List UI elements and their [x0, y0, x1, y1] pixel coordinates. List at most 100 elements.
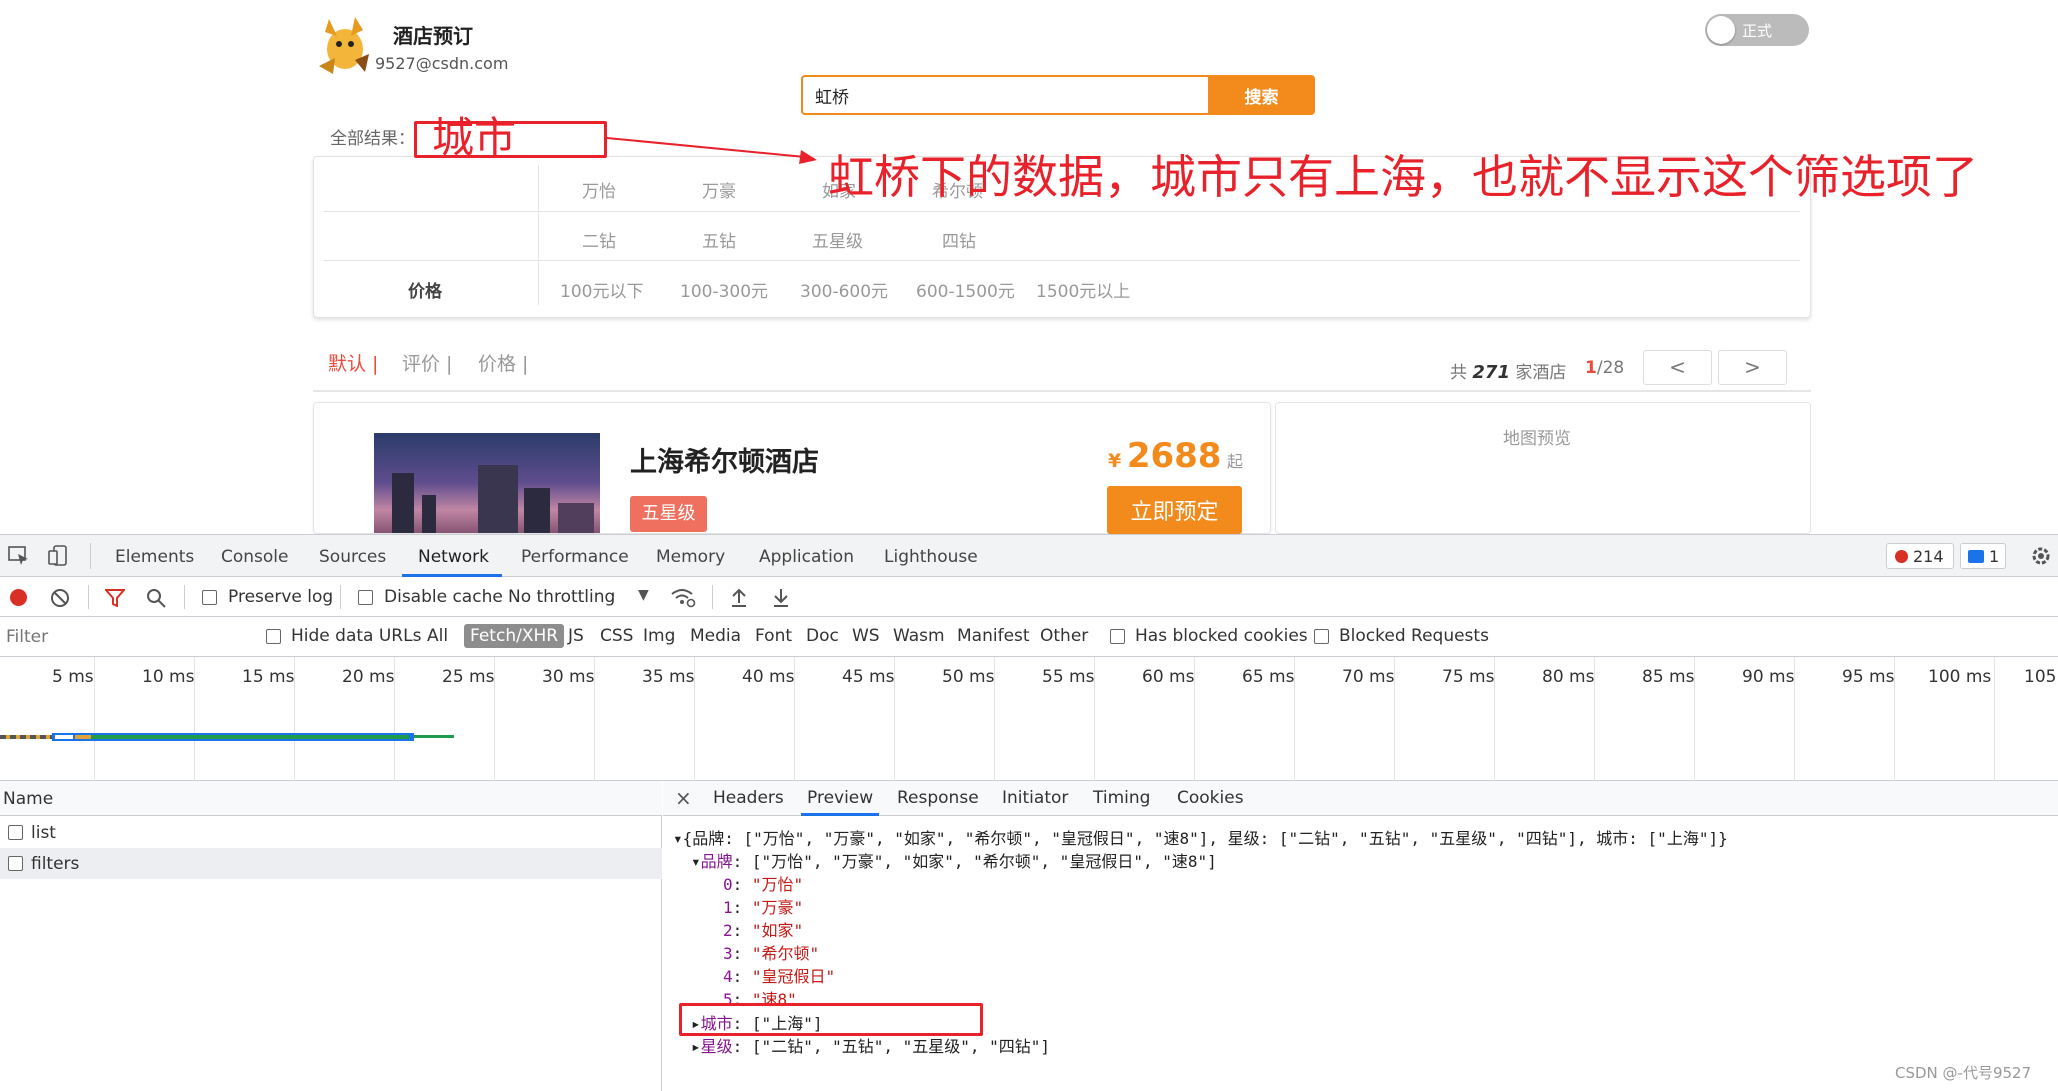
- json-star-line[interactable]: ▸星级: ["二钻", "五钻", "五星级", "四钻"]: [691, 1033, 1050, 1057]
- request-row-list[interactable]: list: [0, 817, 662, 848]
- tab-sources[interactable]: Sources: [319, 547, 386, 567]
- inspect-icon[interactable]: [8, 546, 30, 570]
- search-icon[interactable]: [146, 588, 166, 612]
- filter-type-img[interactable]: Img: [643, 626, 675, 646]
- price-filter-label: 价格: [408, 282, 442, 302]
- next-page-button[interactable]: >: [1718, 350, 1787, 385]
- star-option[interactable]: 四钻: [942, 227, 976, 252]
- filter-funnel-icon[interactable]: [103, 589, 127, 611]
- tab-network[interactable]: Network: [418, 547, 489, 567]
- tab-console[interactable]: Console: [221, 547, 289, 567]
- export-har-icon[interactable]: [772, 587, 790, 611]
- hide-data-urls-checkbox[interactable]: [266, 629, 281, 644]
- search-button[interactable]: 搜索: [1208, 75, 1315, 115]
- chevron-down-icon[interactable]: ▼: [638, 587, 649, 603]
- price-option[interactable]: 100-300元: [680, 277, 768, 302]
- annotation-callout: 虹桥下的数据，城市只有上海，也就不显示这个筛选项了: [828, 150, 1978, 204]
- tab-headers[interactable]: Headers: [713, 788, 784, 808]
- timeline-bar-waiting: [0, 735, 52, 739]
- filter-type-js[interactable]: JS: [568, 626, 584, 646]
- has-blocked-cookies-checkbox[interactable]: [1110, 629, 1125, 644]
- name-column-header[interactable]: Name: [0, 781, 662, 816]
- json-key-star: 星级: [700, 1037, 733, 1056]
- clear-icon[interactable]: [50, 588, 70, 612]
- message-counter[interactable]: 1: [1960, 543, 2006, 569]
- request-name: list: [31, 823, 56, 843]
- env-toggle[interactable]: 正式: [1705, 14, 1809, 46]
- preserve-log-checkbox[interactable]: [202, 590, 217, 605]
- filter-type-media[interactable]: Media: [690, 626, 741, 646]
- json-array-item: 2: "如家": [723, 921, 804, 940]
- filter-type-font[interactable]: Font: [755, 626, 792, 646]
- timeline-tick: 15 ms: [242, 667, 295, 687]
- json-item-value: "万豪": [751, 898, 804, 917]
- result-total: 共 271 家酒店: [1450, 358, 1566, 383]
- tab-application[interactable]: Application: [759, 547, 854, 567]
- sort-default[interactable]: 默认 |: [328, 349, 378, 376]
- filter-input[interactable]: [0, 623, 246, 651]
- book-now-button[interactable]: 立即预定: [1107, 486, 1242, 534]
- brand-option[interactable]: 万豪: [702, 177, 736, 202]
- tab-preview[interactable]: Preview: [807, 788, 873, 808]
- app-logo: [315, 14, 370, 76]
- import-har-icon[interactable]: [730, 587, 748, 611]
- tab-response[interactable]: Response: [897, 788, 979, 808]
- tab-memory[interactable]: Memory: [656, 547, 725, 567]
- tab-performance[interactable]: Performance: [521, 547, 629, 567]
- json-array-item: 1: "万豪": [723, 898, 804, 917]
- error-counter[interactable]: 214: [1886, 543, 1954, 569]
- request-row-filters[interactable]: filters: [0, 848, 662, 879]
- filter-type-ws[interactable]: WS: [852, 626, 880, 646]
- price-currency: ¥: [1108, 450, 1122, 472]
- network-conditions-icon[interactable]: [670, 586, 696, 612]
- toolbar-separator: [340, 585, 341, 609]
- filter-type-other[interactable]: Other: [1040, 626, 1088, 646]
- tab-timing[interactable]: Timing: [1093, 788, 1150, 808]
- active-detail-tab-indicator: [801, 813, 879, 816]
- list-divider: [313, 390, 1811, 392]
- request-file-icon: [8, 856, 23, 871]
- price-option[interactable]: 100元以下: [560, 277, 643, 302]
- tab-initiator[interactable]: Initiator: [1002, 788, 1068, 808]
- has-blocked-cookies-label: Has blocked cookies: [1135, 626, 1308, 646]
- filter-type-fetch-xhr[interactable]: Fetch/XHR: [464, 624, 565, 648]
- filter-type-doc[interactable]: Doc: [806, 626, 839, 646]
- star-option[interactable]: 五钻: [702, 227, 736, 252]
- disable-cache-checkbox[interactable]: [358, 590, 373, 605]
- prev-page-button[interactable]: <: [1643, 350, 1712, 385]
- throttling-select[interactable]: No throttling: [508, 587, 615, 607]
- close-icon[interactable]: ×: [675, 786, 692, 810]
- star-option[interactable]: 五星级: [812, 227, 863, 252]
- sort-price[interactable]: 价格 |: [478, 349, 528, 376]
- blocked-requests-checkbox[interactable]: [1314, 629, 1329, 644]
- filter-divider: [538, 165, 539, 305]
- tab-elements[interactable]: Elements: [115, 547, 194, 567]
- price-option[interactable]: 600-1500元: [916, 277, 1015, 302]
- star-option[interactable]: 二钻: [582, 227, 616, 252]
- json-star-value: ["二钻", "五钻", "五星级", "四钻"]: [751, 1037, 1051, 1056]
- devtools-panel: Elements Console Sources Network Perform…: [0, 534, 2058, 1091]
- json-brand-line[interactable]: ▾品牌: ["万怡", "万豪", "如家", "希尔顿", "皇冠假日", "…: [691, 848, 1217, 872]
- toggle-label: 正式: [1742, 22, 1773, 40]
- json-root-line[interactable]: ▾{品牌: ["万怡", "万豪", "如家", "希尔顿", "皇冠假日", …: [673, 825, 1728, 849]
- device-toolbar-icon[interactable]: [48, 545, 70, 571]
- hotel-name[interactable]: 上海希尔顿酒店: [630, 440, 819, 479]
- record-icon[interactable]: [10, 589, 27, 606]
- price-option[interactable]: 300-600元: [800, 277, 888, 302]
- timeline-bar-download: [91, 735, 409, 739]
- timeline-tick: 35 ms: [642, 667, 695, 687]
- gear-icon[interactable]: [2030, 545, 2052, 571]
- tab-cookies[interactable]: Cookies: [1177, 788, 1244, 808]
- filter-type-css[interactable]: CSS: [600, 626, 633, 646]
- tab-lighthouse[interactable]: Lighthouse: [884, 547, 978, 567]
- filter-type-manifest[interactable]: Manifest: [957, 626, 1030, 646]
- brand-option[interactable]: 万怡: [582, 177, 616, 202]
- price-value: 2688: [1126, 436, 1222, 476]
- search-input[interactable]: [801, 75, 1211, 115]
- sort-rating[interactable]: 评价 |: [402, 349, 452, 376]
- filter-type-all[interactable]: All: [427, 626, 448, 646]
- disable-cache-label: Disable cache: [384, 587, 503, 607]
- filter-type-wasm[interactable]: Wasm: [893, 626, 945, 646]
- price-option[interactable]: 1500元以上: [1036, 277, 1130, 302]
- network-timeline[interactable]: 5 ms 10 ms 15 ms 20 ms 25 ms 30 ms 35 ms…: [0, 657, 2058, 781]
